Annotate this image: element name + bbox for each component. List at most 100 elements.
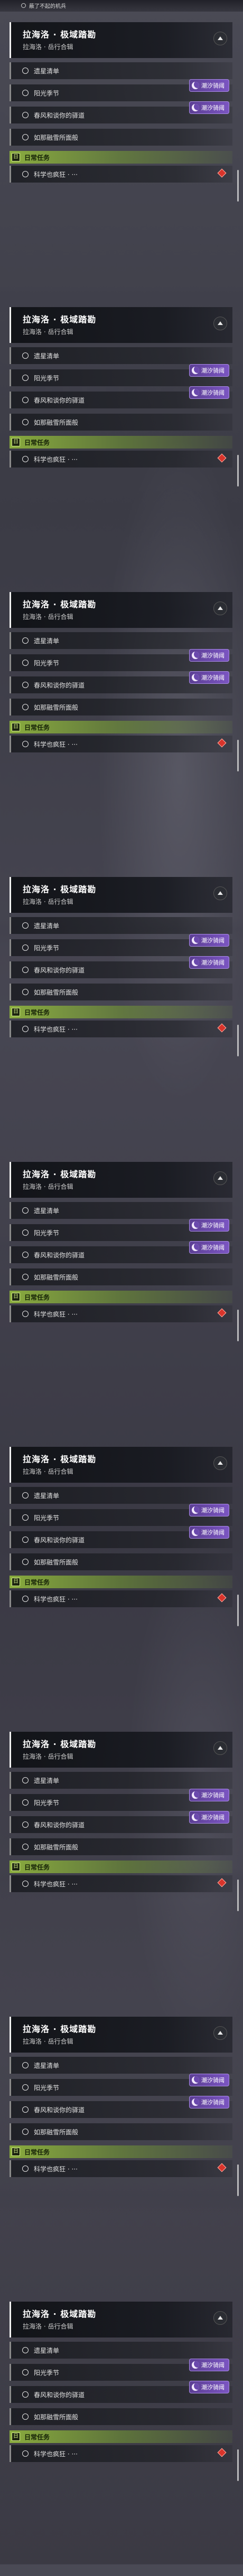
objective-row[interactable]: 阳光季节 潮汐骑阈 — [10, 934, 232, 956]
objective-row[interactable]: 如那融雪所面般 — [10, 984, 232, 1000]
partial-quest-row[interactable]: 蔽了不起的机兵 — [0, 0, 243, 12]
collapse-button[interactable] — [213, 1171, 227, 1185]
scroll-indicator[interactable] — [237, 1310, 239, 1341]
scroll-indicator[interactable] — [237, 455, 239, 486]
event-badge[interactable]: 潮汐骑阈 — [189, 649, 229, 662]
event-badge[interactable]: 潮汐骑阈 — [189, 2381, 229, 2393]
objective-row[interactable]: 遗星清单 — [10, 1772, 232, 1789]
event-badge[interactable]: 潮汐骑阈 — [189, 1504, 229, 1516]
daily-quest-header[interactable]: 日 日常任务 — [10, 151, 232, 164]
objective-row[interactable]: 遗星清单 — [10, 347, 232, 364]
daily-quest-header[interactable]: 日 日常任务 — [10, 1576, 232, 1588]
objective-row[interactable]: 春风和谈你的驿道 潮汐骑阈 — [10, 386, 232, 408]
objective-row[interactable]: 春风和谈你的驿道 潮汐骑阈 — [10, 671, 232, 693]
objective-row[interactable]: 遗星清单 — [10, 632, 232, 649]
objective-row[interactable]: 阳光季节 潮汐骑阈 — [10, 79, 232, 101]
objective-row[interactable]: 春风和谈你的驿道 潮汐骑阈 — [10, 1526, 232, 1548]
event-badge[interactable]: 潮汐骑阈 — [189, 364, 229, 377]
objective-row[interactable]: 如那融雪所面般 — [10, 129, 232, 146]
daily-quest-row[interactable]: 科学也疯狂 · ··· — [10, 1020, 232, 1037]
event-badge[interactable]: 潮汐骑阈 — [189, 671, 229, 684]
objective-row[interactable]: 遗星清单 — [10, 2342, 232, 2359]
scroll-indicator[interactable] — [237, 170, 239, 202]
objective-row[interactable]: 阳光季节 潮汐骑阈 — [10, 364, 232, 386]
scroll-indicator[interactable] — [237, 2449, 239, 2481]
daily-quest-header[interactable]: 日 日常任务 — [10, 1291, 232, 1303]
objective-row[interactable]: 遗星清单 — [10, 917, 232, 934]
daily-quest-row[interactable]: 科学也疯狂 · ··· — [10, 166, 232, 183]
objective-row[interactable]: 春风和谈你的驿道 潮汐骑阈 — [10, 1241, 232, 1263]
collapse-button[interactable] — [213, 2026, 227, 2040]
event-badge[interactable]: 潮汐骑阈 — [189, 1526, 229, 1539]
objective-row[interactable]: 遗星清单 — [10, 1202, 232, 1219]
collapse-button[interactable] — [213, 317, 227, 330]
daily-quest-row[interactable]: 科学也疯狂 · ··· — [10, 1305, 232, 1322]
quest-header[interactable]: 拉海洛 · 极域踏勘 拉海洛 · 岳行合辑 — [10, 1162, 232, 1198]
objective-row[interactable]: 遗星清单 — [10, 1487, 232, 1504]
objective-row[interactable]: 如那融雪所面般 — [10, 1268, 232, 1285]
objective-row[interactable]: 春风和谈你的驿道 潮汐骑阈 — [10, 2381, 232, 2403]
daily-quest-header[interactable]: 日 日常任务 — [10, 721, 232, 733]
event-badge[interactable]: 潮汐骑阈 — [189, 1241, 229, 1254]
event-badge[interactable]: 潮汐骑阈 — [189, 2096, 229, 2108]
scroll-indicator[interactable] — [237, 1595, 239, 1626]
objective-row[interactable]: 春风和谈你的驿道 潮汐骑阈 — [10, 101, 232, 123]
objective-row[interactable]: 如那融雪所面般 — [10, 2123, 232, 2140]
objective-row[interactable]: 春风和谈你的驿道 潮汐骑阈 — [10, 2096, 232, 2118]
objective-row[interactable]: 阳光季节 潮汐骑阈 — [10, 649, 232, 671]
collapse-button[interactable] — [213, 2311, 227, 2325]
objective-row[interactable]: 阳光季节 潮汐骑阈 — [10, 1219, 232, 1241]
quest-header[interactable]: 拉海洛 · 极域踏勘 拉海洛 · 岳行合辑 — [10, 877, 232, 913]
objective-row[interactable]: 春风和谈你的驿道 潮汐骑阈 — [10, 956, 232, 978]
scroll-indicator[interactable] — [237, 740, 239, 771]
daily-quest-row[interactable]: 科学也疯狂 · ··· — [10, 1875, 232, 1892]
quest-header[interactable]: 拉海洛 · 极域踏勘 拉海洛 · 岳行合辑 — [10, 1732, 232, 1768]
objective-row[interactable]: 遗星清单 — [10, 62, 232, 79]
collapse-button[interactable] — [213, 1456, 227, 1470]
objective-row[interactable]: 如那融雪所面般 — [10, 414, 232, 431]
objective-row[interactable]: 阳光季节 潮汐骑阈 — [10, 2074, 232, 2096]
quest-header[interactable]: 拉海洛 · 极域踏勘 拉海洛 · 岳行合辑 — [10, 2302, 232, 2338]
daily-quest-header[interactable]: 日 日常任务 — [10, 1006, 232, 1018]
daily-quest-header[interactable]: 日 日常任务 — [10, 1861, 232, 1873]
event-badge[interactable]: 潮汐骑阈 — [189, 934, 229, 947]
collapse-button[interactable] — [213, 886, 227, 900]
daily-quest-row[interactable]: 科学也疯狂 · ··· — [10, 736, 232, 752]
quest-header[interactable]: 拉海洛 · 极域踏勘 拉海洛 · 岳行合辑 — [10, 2017, 232, 2053]
daily-quest-header[interactable]: 日 日常任务 — [10, 2145, 232, 2158]
event-badge[interactable]: 潮汐骑阈 — [189, 1789, 229, 1801]
objective-row[interactable]: 阳光季节 潮汐骑阈 — [10, 1789, 232, 1811]
objective-row[interactable]: 春风和谈你的驿道 潮汐骑阈 — [10, 1811, 232, 1833]
event-badge[interactable]: 潮汐骑阈 — [189, 956, 229, 969]
daily-quest-row[interactable]: 科学也疯狂 · ··· — [10, 451, 232, 468]
objective-row[interactable]: 遗星清单 — [10, 2057, 232, 2074]
event-badge[interactable]: 潮汐骑阈 — [189, 2359, 229, 2371]
collapse-button[interactable] — [213, 1741, 227, 1755]
event-badge[interactable]: 潮汐骑阈 — [189, 1811, 229, 1824]
collapse-button[interactable] — [213, 32, 227, 45]
event-badge[interactable]: 潮汐骑阈 — [189, 1219, 229, 1232]
scroll-indicator[interactable] — [237, 2164, 239, 2196]
daily-quest-row[interactable]: 科学也疯狂 · ··· — [10, 1590, 232, 1607]
objective-row[interactable]: 如那融雪所面般 — [10, 699, 232, 715]
quest-header[interactable]: 拉海洛 · 极域踏勘 拉海洛 · 岳行合辑 — [10, 592, 232, 628]
objective-row[interactable]: 如那融雪所面般 — [10, 2408, 232, 2425]
quest-header[interactable]: 拉海洛 · 极域踏勘 拉海洛 · 岳行合辑 — [10, 307, 232, 343]
objective-row[interactable]: 如那融雪所面般 — [10, 1553, 232, 1570]
event-badge[interactable]: 潮汐骑阈 — [189, 2074, 229, 2086]
objective-row[interactable]: 阳光季节 潮汐骑阈 — [10, 2359, 232, 2381]
daily-quest-header[interactable]: 日 日常任务 — [10, 2430, 232, 2443]
objective-row[interactable]: 如那融雪所面般 — [10, 1838, 232, 1855]
collapse-button[interactable] — [213, 602, 227, 615]
daily-quest-row[interactable]: 科学也疯狂 · ··· — [10, 2445, 232, 2462]
daily-quest-row[interactable]: 科学也疯狂 · ··· — [10, 2160, 232, 2177]
event-badge[interactable]: 潮汐骑阈 — [189, 79, 229, 92]
scroll-indicator[interactable] — [237, 1879, 239, 1911]
quest-header[interactable]: 拉海洛 · 极域踏勘 拉海洛 · 岳行合辑 — [10, 1447, 232, 1483]
event-badge[interactable]: 潮汐骑阈 — [189, 386, 229, 399]
quest-header[interactable]: 拉海洛 · 极域踏勘 拉海洛 · 岳行合辑 — [10, 22, 232, 58]
objective-row[interactable]: 阳光季节 潮汐骑阈 — [10, 1504, 232, 1526]
daily-quest-header[interactable]: 日 日常任务 — [10, 436, 232, 449]
scroll-indicator[interactable] — [237, 1025, 239, 1056]
event-badge[interactable]: 潮汐骑阈 — [189, 101, 229, 114]
